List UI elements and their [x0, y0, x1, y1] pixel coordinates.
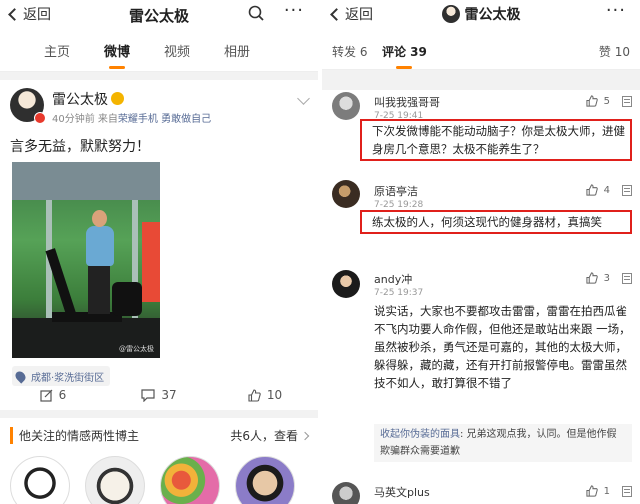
page-title-text: 雷公太极 — [464, 7, 521, 23]
comment-item: 叫我我强哥哥 7-25 19:41 5 下次发微博能不能动动脑子？你是太极大师，… — [322, 90, 640, 180]
tab-video[interactable]: 视频 — [164, 41, 190, 60]
comment-like-count: 4 — [603, 184, 610, 196]
tab-weibo[interactable]: 微博 — [104, 41, 130, 69]
comment-menu-icon[interactable] — [622, 486, 632, 497]
image-machine — [112, 282, 142, 316]
comment-time: 7-25 19:37 — [374, 288, 424, 298]
avatar[interactable] — [160, 456, 220, 504]
more-options-icon[interactable]: ··· — [284, 2, 304, 20]
avatar[interactable] — [332, 270, 360, 298]
image-wall-stripe — [142, 222, 160, 302]
avatar[interactable] — [332, 180, 360, 208]
post-text: 言多无益，默默努力！ — [10, 139, 150, 155]
page-title: 雷公太极 — [128, 7, 189, 25]
thumbs-up-icon — [586, 272, 598, 284]
comment-item: andy冲 7-25 19:37 3 说实话，大家也不要都攻击雷雷，雷雷在拍西瓜… — [322, 268, 640, 468]
repost-icon — [40, 389, 53, 402]
comment-count: 37 — [161, 388, 177, 402]
comment-like-button[interactable]: 5 — [586, 95, 610, 107]
thumbs-up-icon — [586, 184, 598, 196]
tab-album[interactable]: 相册 — [224, 41, 250, 60]
left-panel: 返回 雷公太极 ··· 主页 微博 视频 相册 雷公太极 40分钟前 来自荣耀手… — [0, 0, 318, 504]
comment-item: 原语亭洁 7-25 19:28 4 练太极的人，何须这现代的健身器材，真搞笑 — [322, 180, 640, 260]
author-name: 雷公太极 — [52, 92, 108, 108]
comment-button[interactable]: 37 — [106, 388, 212, 402]
comment-author[interactable]: andy冲 — [374, 271, 412, 287]
avatar[interactable] — [332, 482, 360, 504]
thumbs-up-icon — [586, 95, 598, 107]
profile-tabs: 主页 微博 视频 相册 — [0, 30, 318, 72]
image-ceiling — [12, 162, 160, 200]
chevron-right-icon — [300, 431, 310, 440]
avatar[interactable] — [332, 92, 360, 120]
top-nav: 返回 雷公太极 ··· — [0, 0, 318, 30]
image-person-body — [86, 226, 114, 266]
section-gap — [0, 72, 318, 80]
comment-menu-icon[interactable] — [622, 273, 632, 284]
avatar[interactable] — [85, 456, 145, 504]
thumbs-up-icon — [586, 485, 598, 497]
avatar[interactable] — [10, 88, 46, 124]
verified-badge-icon — [34, 112, 46, 124]
image-machine — [52, 312, 122, 322]
reply-author[interactable]: 收起你伪装的面具 — [380, 429, 460, 440]
avatar[interactable] — [235, 456, 295, 504]
recommend-count: 共6人，查看 — [230, 428, 298, 443]
comment-author[interactable]: 马英文plus — [374, 484, 430, 500]
post-source[interactable]: 荣耀手机 勇敢做自己 — [118, 114, 211, 125]
comment-like-button[interactable]: 3 — [586, 272, 610, 284]
member-crown-icon — [111, 92, 124, 105]
comment-text: 下次发微博能不能动动脑子？你是太极大师，进健身房几个意思？太极不能养生了？ — [360, 119, 632, 161]
comment-like-button[interactable]: 1 — [586, 485, 610, 497]
comment-icon — [141, 388, 155, 402]
tab-home[interactable]: 主页 — [44, 41, 70, 60]
search-icon[interactable] — [248, 5, 264, 21]
chevron-down-icon[interactable] — [297, 92, 310, 105]
post-image[interactable]: @雷公太极 — [12, 162, 160, 358]
comment-item: 马英文plus 1 — [322, 480, 640, 504]
comment-like-count: 1 — [603, 485, 610, 497]
more-options-icon[interactable]: ··· — [606, 2, 626, 20]
section-gap — [322, 70, 640, 90]
avatar — [441, 5, 460, 23]
image-person-legs — [88, 266, 110, 314]
comment-author[interactable]: 原语亭洁 — [374, 183, 418, 199]
recommend-title: 他关注的情感两性博主 — [10, 426, 139, 444]
comment-like-count: 3 — [603, 272, 610, 284]
comment-text: 练太极的人，何须这现代的健身器材，真搞笑 — [360, 210, 632, 234]
comment-tabs: 转发 6 评论 39 赞 10 — [322, 30, 640, 70]
source-prefix: 来自 — [97, 114, 118, 125]
recommend-view-all[interactable]: 共6人，查看 — [230, 427, 310, 444]
repost-button[interactable]: 6 — [0, 388, 106, 402]
repost-count: 6 — [58, 388, 67, 402]
post-author[interactable]: 雷公太极 — [52, 89, 124, 109]
comment-menu-icon[interactable] — [622, 185, 632, 196]
recommend-header: 他关注的情感两性博主 共6人，查看 — [0, 418, 318, 452]
comment-text: 说实话，大家也不要都攻击雷雷，雷雷在拍西瓜雀不飞内功要人命作假，但他还是敢站出来… — [374, 304, 631, 390]
comment-like-button[interactable]: 4 — [586, 184, 610, 196]
right-panel: 返回 雷公太极 ··· 转发 6 评论 39 赞 10 叫我我强哥哥 7-25 … — [322, 0, 640, 504]
recommend-avatars — [10, 456, 310, 504]
image-watermark: @雷公太极 — [119, 345, 154, 353]
top-nav: 返回 雷公太极 ··· — [322, 0, 640, 30]
tab-reposts[interactable]: 转发 6 — [332, 43, 367, 60]
comment-like-count: 5 — [603, 95, 610, 107]
comment-reply[interactable]: 收起你伪装的面具: 兄弟这观点我，认同。但是他作假欺骗群众需要道歉 — [374, 424, 632, 462]
post-meta: 40分钟前 来自荣耀手机 勇敢做自己 — [52, 110, 211, 125]
avatar[interactable] — [10, 456, 70, 504]
tab-likes[interactable]: 赞 10 — [599, 43, 630, 60]
tab-comments[interactable]: 评论 39 — [382, 43, 427, 69]
comment-menu-icon[interactable] — [622, 96, 632, 107]
post-actions: 6 37 10 — [0, 380, 318, 410]
like-button[interactable]: 10 — [212, 388, 318, 402]
section-gap — [0, 410, 318, 418]
image-person-head — [92, 210, 107, 227]
page-title: 雷公太极 — [322, 4, 640, 24]
post-time: 40分钟前 — [52, 114, 95, 125]
post-header: 雷公太极 40分钟前 来自荣耀手机 勇敢做自己 — [0, 80, 318, 130]
thumbs-up-icon — [248, 388, 261, 402]
like-count: 10 — [266, 388, 283, 402]
comment-time: 7-25 19:28 — [374, 200, 424, 210]
comment-author[interactable]: 叫我我强哥哥 — [374, 94, 440, 110]
